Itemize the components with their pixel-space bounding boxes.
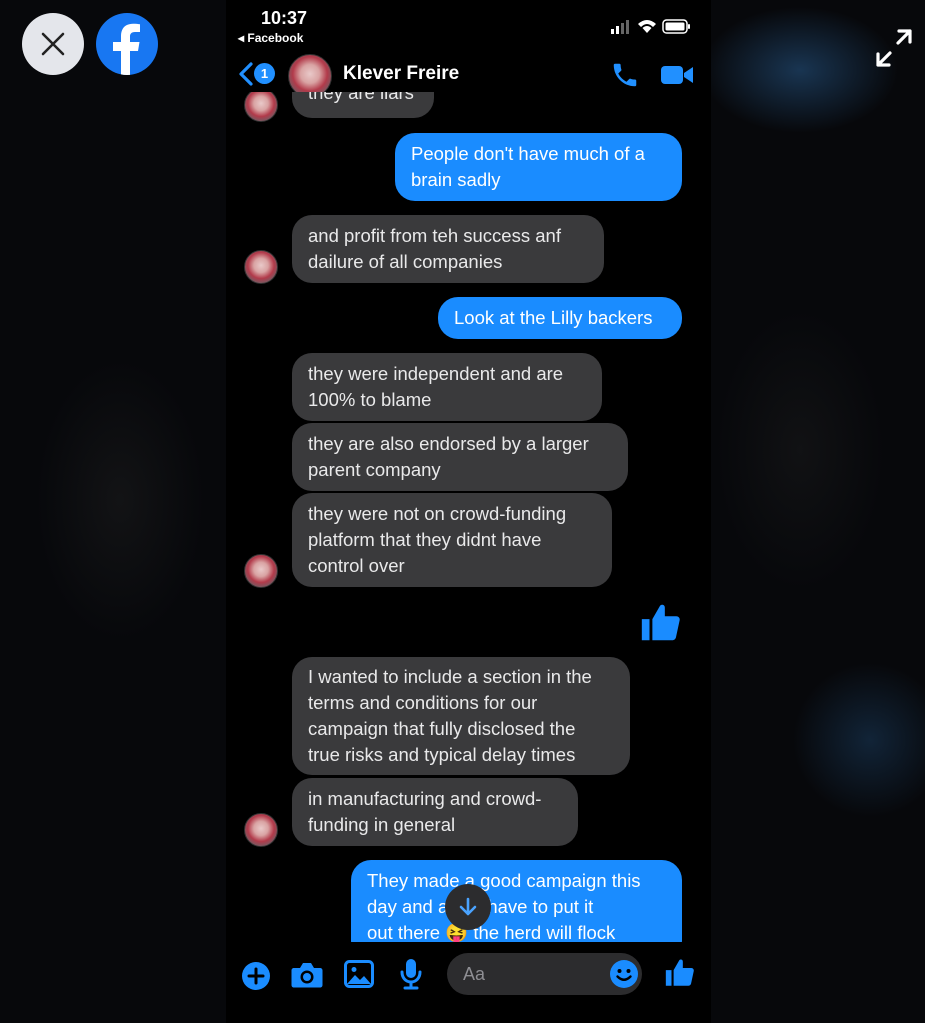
message-text: dailure of all companies [308, 251, 503, 272]
expand-button[interactable] [872, 26, 916, 70]
facebook-logo-icon [96, 13, 158, 75]
arrow-down-icon [459, 897, 477, 916]
back-chevron-icon[interactable] [238, 62, 254, 86]
contact-name[interactable]: Klever Freire [343, 63, 459, 85]
message-text: platform that they didnt have [308, 529, 542, 550]
close-icon [41, 32, 65, 56]
phone-call-icon[interactable] [610, 60, 640, 90]
message-text: they are also endorsed by a larger [308, 433, 589, 454]
message-bubble-incoming[interactable]: they were independent and are 100% to bl… [292, 353, 602, 421]
message-bubble-incoming[interactable]: they are liars [292, 92, 434, 118]
like-send-icon[interactable] [663, 956, 697, 990]
scroll-to-bottom-button[interactable] [445, 884, 491, 930]
message-text: funding in general [308, 814, 456, 835]
message-text: they were independent and are [308, 363, 564, 384]
message-text: terms and conditions for our [308, 692, 538, 713]
status-icons [611, 19, 690, 34]
camera-icon[interactable] [290, 960, 324, 990]
message-bubble-incoming[interactable]: I wanted to include a section in the ter… [292, 657, 630, 775]
message-list[interactable]: they are liars People don't have much of… [226, 92, 711, 942]
message-text: People don't have much of a [411, 143, 645, 164]
message-text: brain sadly [411, 169, 501, 190]
messenger-screenshot: 10:37 ◂ Facebook 1 Klever Freire they ar… [226, 0, 711, 1023]
message-bubble-outgoing[interactable]: Look at the Lilly backers [438, 297, 682, 339]
message-text: they are liars [308, 92, 414, 103]
message-text: 100% to blame [308, 389, 432, 410]
message-text: I wanted to include a section in the [308, 666, 592, 687]
unread-count-badge: 1 [254, 63, 275, 84]
message-bubble-incoming[interactable]: they are also endorsed by a larger paren… [292, 423, 628, 491]
thumbs-up-icon[interactable] [638, 600, 684, 646]
message-text: parent company [308, 459, 441, 480]
expand-arrows-icon [876, 29, 912, 67]
message-text: day and a just have to put it [367, 896, 594, 917]
status-bar: 10:37 ◂ Facebook [226, 0, 711, 50]
message-text: They made a good campaign this [367, 870, 641, 891]
status-time: 10:37 [261, 8, 308, 28]
message-text: in manufacturing and crowd- [308, 788, 542, 809]
sender-avatar [244, 250, 278, 284]
microphone-icon[interactable] [399, 958, 423, 990]
message-bubble-incoming[interactable]: they were not on crowd-funding platform … [292, 493, 612, 587]
message-bubble-outgoing[interactable]: They made a good campaign this day and a… [351, 860, 682, 942]
sender-avatar [244, 813, 278, 847]
message-text: true risks and typical delay times [308, 744, 576, 765]
message-text: Look at the Lilly backers [454, 307, 653, 328]
message-text: control over [308, 555, 405, 576]
message-bubble-incoming[interactable]: and profit from teh success anf dailure … [292, 215, 604, 283]
message-bubble-outgoing[interactable]: People don't have much of a brain sadly [395, 133, 682, 201]
sender-avatar [244, 92, 278, 122]
message-text: they were not on crowd-funding [308, 503, 567, 524]
message-text: out there 😝 the herd will flock [367, 922, 616, 942]
message-text: and profit from teh success anf [308, 225, 561, 246]
sender-avatar [244, 554, 278, 588]
back-to-facebook-link[interactable]: ◂ Facebook [238, 31, 303, 45]
gallery-icon[interactable] [344, 960, 374, 988]
plus-circle-icon[interactable] [241, 961, 271, 991]
message-text: campaign that fully disclosed the [308, 718, 576, 739]
message-composer [226, 943, 711, 1023]
video-call-icon[interactable] [660, 63, 694, 87]
close-button[interactable] [22, 13, 84, 75]
message-bubble-incoming[interactable]: in manufacturing and crowd- funding in g… [292, 778, 578, 846]
emoji-icon[interactable] [609, 959, 639, 989]
